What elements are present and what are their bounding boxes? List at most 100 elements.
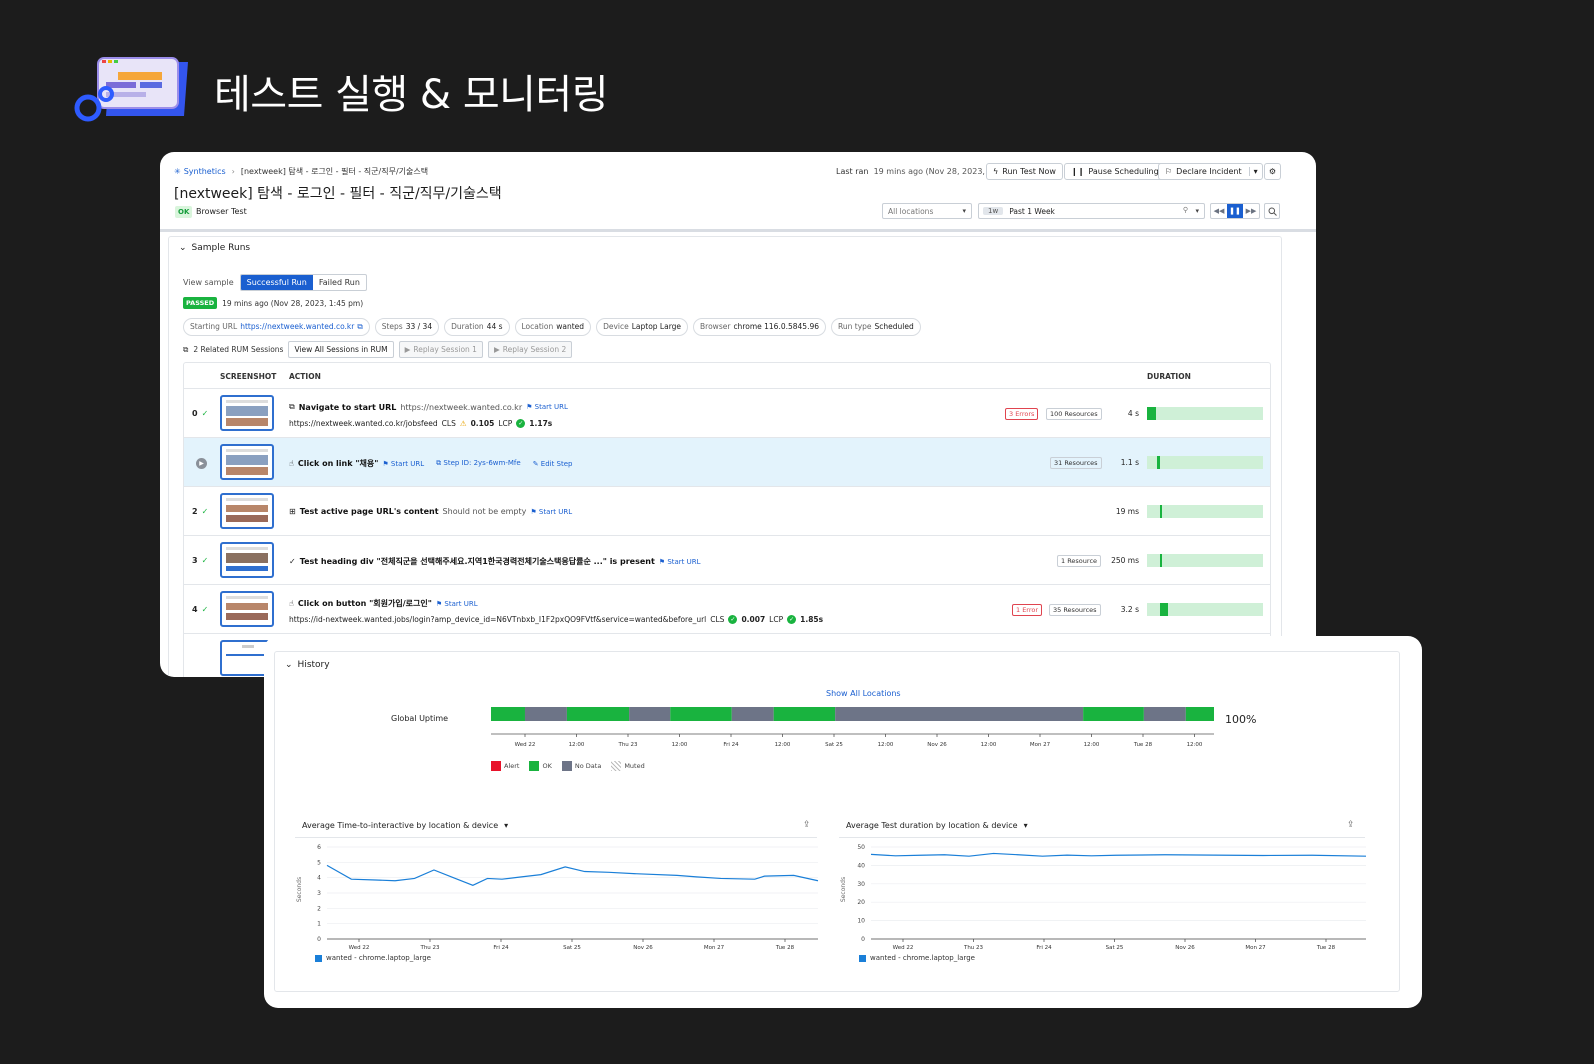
y-tick-label: 6 bbox=[317, 844, 321, 851]
start-url-label: Start URL bbox=[534, 403, 568, 411]
y-tick-label: 40 bbox=[857, 862, 865, 869]
start-url-link[interactable]: ⚑ Start URL bbox=[382, 460, 424, 468]
table-row[interactable]: ▶ ☝ Click on link "채용" ⚑ Start URL ⧉ Ste… bbox=[184, 438, 1270, 487]
replay-session-1-button[interactable]: ▶ Replay Session 1 bbox=[398, 341, 483, 358]
step-id-link[interactable]: ⧉ Step ID: 2ys-6wm-Mfe bbox=[436, 459, 521, 468]
chip-duration: Duration 44 s bbox=[444, 318, 510, 336]
check-icon: ✓ bbox=[201, 409, 209, 418]
pause-icon: ❙❙ bbox=[1071, 167, 1085, 176]
start-url-link[interactable]: ⚑ Start URL bbox=[526, 403, 568, 411]
resources-badge[interactable]: 31 Resources bbox=[1050, 457, 1102, 469]
declare-incident-button[interactable]: ⚐ Declare Incident ▾ bbox=[1158, 163, 1263, 180]
chip-starting-url: Starting URL https://nextweek.wanted.co.k… bbox=[183, 318, 370, 336]
page-title: [nextweek] 탐색 - 로그인 - 필터 - 직군/직무/기술스택 bbox=[174, 186, 502, 202]
y-tick-label: 3 bbox=[317, 890, 321, 897]
zoom-button[interactable] bbox=[1264, 203, 1280, 219]
run-test-now-button[interactable]: ϟ Run Test Now bbox=[986, 163, 1063, 180]
duration-fill bbox=[1159, 603, 1168, 616]
passed-badge: PASSED bbox=[183, 297, 218, 309]
table-row[interactable]: 4 ✓ ☝ Click on button "회원가입/로그인" ⚑ Start … bbox=[184, 585, 1270, 634]
step-screenshot[interactable] bbox=[220, 493, 274, 529]
chip-label: Duration bbox=[451, 322, 484, 331]
lcp-label: LCP bbox=[769, 615, 784, 624]
step-screenshot[interactable] bbox=[220, 444, 274, 480]
breadcrumb-root-label: Synthetics bbox=[183, 167, 226, 176]
step-action: ⧉ Navigate to start URL https://nextweek… bbox=[289, 402, 568, 412]
breadcrumb-root[interactable]: ✳ Synthetics bbox=[174, 167, 226, 176]
y-tick-label: 5 bbox=[317, 859, 321, 866]
locations-select[interactable]: All locations ▾ bbox=[882, 203, 972, 219]
step-action: ☝ Click on button "회원가입/로그인" ⚑ Start URL bbox=[289, 598, 478, 609]
x-tick-label: Sat 25 bbox=[1106, 945, 1124, 951]
chip-label: Starting URL bbox=[190, 322, 238, 331]
start-url-link[interactable]: ⚑ Start URL bbox=[530, 508, 572, 516]
history-card: ⌄ History Show All Locations Global Upti… bbox=[264, 636, 1422, 1008]
pause-scheduling-label: Pause Scheduling bbox=[1088, 167, 1159, 176]
errors-badge[interactable]: 1 Error bbox=[1012, 604, 1043, 616]
resources-badge[interactable]: 35 Resources bbox=[1049, 604, 1101, 616]
chevron-down-icon: ▾ bbox=[1195, 207, 1199, 215]
step-url: https://id-nextweek.wanted.jobs/login?am… bbox=[289, 615, 707, 624]
y-tick-label: 1 bbox=[317, 921, 321, 928]
duration-bar bbox=[1147, 554, 1263, 567]
settings-button[interactable]: ⚙ bbox=[1264, 163, 1281, 180]
step-detail: Should not be empty bbox=[442, 507, 527, 516]
table-row[interactable]: 0 ✓ ⧉ Navigate to start URL https://nextw… bbox=[184, 389, 1270, 438]
step-action: ✓ Test heading div "전체직군을 선택해주세요.지역1한국경력… bbox=[289, 556, 701, 567]
failed-run-tab[interactable]: Failed Run bbox=[313, 275, 366, 290]
locations-value: All locations bbox=[888, 207, 934, 216]
status-badge: OK bbox=[175, 206, 193, 218]
step-action: ☝ Click on link "채용" ⚑ Start URL ⧉ Step … bbox=[289, 458, 573, 469]
run-metadata: Starting URL https://nextweek.wanted.co.k… bbox=[183, 318, 921, 336]
x-tick-label: Nov 26 bbox=[1175, 945, 1195, 951]
test-header: ✳ Synthetics › [nextweek] 탐색 - 로그인 - 필터 … bbox=[160, 152, 1316, 232]
col-screenshot: SCREENSHOT bbox=[220, 372, 277, 381]
step-forward-icon[interactable]: ▶▶ bbox=[1243, 204, 1259, 218]
cls-label: CLS bbox=[710, 615, 725, 624]
play-icon: ▶ bbox=[493, 345, 500, 354]
x-tick-label: Tue 28 bbox=[1316, 945, 1336, 951]
start-url-link[interactable]: ⚑ Start URL bbox=[436, 600, 478, 608]
chevron-right-icon: › bbox=[231, 167, 235, 176]
rum-icon: ⧉ bbox=[183, 344, 189, 354]
step-index: 3 ✓ bbox=[192, 556, 208, 565]
sample-runs-toggle[interactable]: ⌄ Sample Runs bbox=[179, 243, 250, 253]
run-test-now-label: Run Test Now bbox=[1002, 167, 1056, 176]
step-screenshot[interactable] bbox=[220, 542, 274, 578]
step-screenshot[interactable] bbox=[220, 591, 274, 627]
x-tick-label: Thu 23 bbox=[963, 945, 984, 951]
view-sample-label: View sample bbox=[183, 278, 234, 287]
external-link-icon[interactable]: ⧉ bbox=[357, 322, 362, 331]
run-status: PASSED 19 mins ago (Nov 28, 2023, 1:45 p… bbox=[183, 297, 363, 309]
play-circle-icon[interactable]: ▶ bbox=[196, 458, 207, 469]
resources-badge[interactable]: 1 Resource bbox=[1057, 555, 1102, 567]
time-range-value: Past 1 Week bbox=[1009, 206, 1055, 216]
chart-legend: wanted - chrome.laptop_large bbox=[859, 954, 975, 962]
step-screenshot[interactable] bbox=[220, 395, 274, 431]
view-all-sessions-button[interactable]: View All Sessions in RUM bbox=[288, 341, 394, 358]
step-metrics: https://id-nextweek.wanted.jobs/login?am… bbox=[289, 615, 823, 624]
start-url-label: Start URL bbox=[538, 507, 573, 516]
table-row[interactable]: 3 ✓ ✓ Test heading div "전체직군을 선택해주세요.지역1한… bbox=[184, 536, 1270, 585]
step-index: 0 ✓ bbox=[192, 409, 208, 418]
playback-controls: ◀◀ ❚❚ ▶▶ bbox=[1210, 203, 1260, 219]
assertion-icon: ⊞ bbox=[289, 507, 296, 516]
resources-badge[interactable]: 100 Resources bbox=[1046, 408, 1102, 420]
step-back-icon[interactable]: ◀◀ bbox=[1211, 204, 1227, 218]
time-range-select[interactable]: 1w Past 1 Week ⚲ ▾ bbox=[978, 203, 1205, 219]
errors-badge[interactable]: 3 Errors bbox=[1005, 408, 1039, 420]
history-panel: ⌄ History Show All Locations Global Upti… bbox=[274, 651, 1400, 992]
pin-icon[interactable]: ⚲ bbox=[1183, 206, 1188, 214]
successful-run-tab[interactable]: Successful Run bbox=[240, 275, 313, 290]
pause-icon[interactable]: ❚❚ bbox=[1227, 204, 1243, 218]
legend-swatch bbox=[315, 954, 322, 962]
chevron-down-icon[interactable]: ▾ bbox=[1248, 167, 1258, 176]
table-row[interactable]: 2 ✓ ⊞ Test active page URL's content Shou… bbox=[184, 487, 1270, 536]
replay-session-2-button[interactable]: ▶ Replay Session 2 bbox=[487, 341, 573, 358]
start-url-link[interactable]: ⚑ Start URL bbox=[659, 558, 701, 566]
edit-step-link[interactable]: ✎ Edit Step bbox=[533, 460, 573, 468]
duration-fill bbox=[1159, 505, 1162, 518]
starting-url-link[interactable]: https://nextweek.wanted.co.kr bbox=[240, 322, 354, 331]
warning-icon: ⚠ bbox=[459, 419, 467, 428]
pause-scheduling-button[interactable]: ❙❙ Pause Scheduling bbox=[1064, 163, 1166, 180]
